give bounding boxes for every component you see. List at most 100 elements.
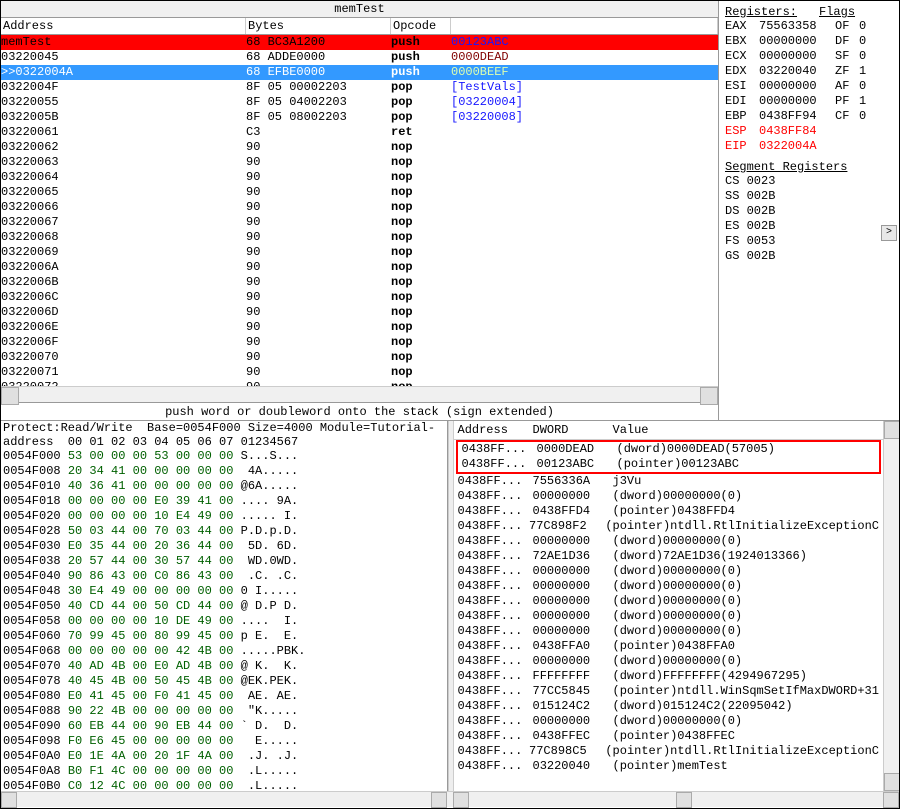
col-header-opcode[interactable]: Opcode [391,18,451,34]
hex-row[interactable]: 0054F0B0 C0 12 4C 00 00 00 00 00 .L..... [1,779,447,791]
disasm-row[interactable]: 0322006590nop [1,185,718,200]
stack-row[interactable]: 0438FF...00000000(dword)00000000(0) [454,714,884,729]
hex-row[interactable]: 0054F040 90 86 43 00 C0 86 43 00 .C. .C. [1,569,447,584]
stack-row[interactable]: 0438FF...77C898C5(pointer)ntdll.RtlIniti… [454,744,884,759]
hex-row[interactable]: 0054F010 40 36 41 00 00 00 00 00 @6A....… [1,479,447,494]
stack-row[interactable]: 0438FF...0438FFD4(pointer)0438FFD4 [454,504,884,519]
register-row[interactable]: ESI00000000AF0 [725,79,893,94]
hex-row[interactable]: 0054F048 30 E4 49 00 00 00 00 00 0 I....… [1,584,447,599]
disasm-row[interactable]: 0322006390nop [1,155,718,170]
hex-row[interactable]: 0054F028 50 03 44 00 70 03 44 00 P.D.p.D… [1,524,447,539]
disasm-row[interactable]: 0322006890nop [1,230,718,245]
stack-body[interactable]: 0438FF...7556336Aj3Vu0438FF...00000000(d… [454,474,884,774]
hex-row[interactable]: 0054F000 53 00 00 00 53 00 00 00 S...S..… [1,449,447,464]
col-header-address[interactable]: Address [1,18,246,34]
disasm-row[interactable]: 0322006F90nop [1,335,718,350]
stack-row[interactable]: 0438FF...00000000(dword)00000000(0) [454,534,884,549]
stack-row[interactable]: 0438FF...0438FFEC(pointer)0438FFEC [454,729,884,744]
stack-row[interactable]: 0438FF...7556336Aj3Vu [454,474,884,489]
register-row[interactable]: EDI00000000PF1 [725,94,893,109]
register-row[interactable]: EBP0438FF94CF0 [725,109,893,124]
disasm-row[interactable]: 032200558F 05 04002203pop[03220004] [1,95,718,110]
stack-row[interactable]: 0438FF...0438FFA0(pointer)0438FFA0 [454,639,884,654]
segment-row[interactable]: GS 002B [725,249,893,264]
disasm-row[interactable]: 0322006A90nop [1,260,718,275]
segment-row[interactable]: ES 002B [725,219,893,234]
stack-col-dword[interactable]: DWORD [533,423,613,437]
disasm-row[interactable]: 0322006290nop [1,140,718,155]
disasm-row[interactable]: >>0322004A68 EFBE0000push0000BEEF [1,65,718,80]
disasm-row[interactable]: memTest68 BC3A1200push00123ABC [1,35,718,50]
col-header-bytes[interactable]: Bytes [246,18,391,34]
registers-scroll-right[interactable]: > [881,225,897,241]
hex-row[interactable]: 0054F070 40 AD 4B 00 E0 AD 4B 00 @ K. K. [1,659,447,674]
stack-row[interactable]: 0438FF...00000000(dword)00000000(0) [454,594,884,609]
stack-col-value[interactable]: Value [613,423,880,437]
disasm-row[interactable]: 03220061C3ret [1,125,718,140]
stack-row[interactable]: 0438FF...00000000(dword)00000000(0) [454,579,884,594]
hex-row[interactable]: 0054F068 00 00 00 00 00 42 4B 00 .....PB… [1,644,447,659]
stack-v-scrollbar[interactable] [883,421,899,791]
stack-h-scrollbar[interactable] [453,792,899,807]
stack-row[interactable]: 0438FF...FFFFFFFF(dword)FFFFFFFF(4294967… [454,669,884,684]
hex-row[interactable]: 0054F018 00 00 00 00 E0 39 41 00 .... 9A… [1,494,447,509]
disasm-row[interactable]: 0322004568 ADDE0000push0000DEAD [1,50,718,65]
disasm-row[interactable]: 0322006490nop [1,170,718,185]
disasm-row[interactable]: 0322007090nop [1,350,718,365]
segment-row[interactable]: SS 002B [725,189,893,204]
segment-row[interactable]: CS 0023 [725,174,893,189]
stack-dword: FFFFFFFF [533,669,613,684]
hex-row[interactable]: 0054F0A0 E0 1E 4A 00 20 1F 4A 00 .J. .J. [1,749,447,764]
disasm-row[interactable]: 0322006B90nop [1,275,718,290]
hex-ascii: @ D.P D. [241,599,299,613]
disasm-row[interactable]: 0322007190nop [1,365,718,380]
hex-addr: 0054F078 [3,674,68,688]
hex-row[interactable]: 0054F090 60 EB 44 00 90 EB 44 00 ` D. D. [1,719,447,734]
register-row[interactable]: ECX00000000SF0 [725,49,893,64]
register-row[interactable]: EAX75563358OF0 [725,19,893,34]
register-row[interactable]: EDX03220040ZF1 [725,64,893,79]
hex-row[interactable]: 0054F030 E0 35 44 00 20 36 44 00 5D. 6D. [1,539,447,554]
hex-row[interactable]: 0054F038 20 57 44 00 30 57 44 00 WD.0WD. [1,554,447,569]
hex-row[interactable]: 0054F080 E0 41 45 00 F0 41 45 00 AE. AE. [1,689,447,704]
disasm-row[interactable]: 0322006D90nop [1,305,718,320]
disasm-row[interactable]: 0322006790nop [1,215,718,230]
hex-row[interactable]: 0054F050 40 CD 44 00 50 CD 44 00 @ D.P D… [1,599,447,614]
stack-row[interactable]: 0438FF...72AE1D36(dword)72AE1D36(1924013… [454,549,884,564]
stack-row-highlighted[interactable]: 0438FF...0000DEAD(dword)0000DEAD(57005) [458,442,880,457]
disasm-row[interactable]: 0322006690nop [1,200,718,215]
disasm-row[interactable]: 0322004F8F 05 00002203pop[TestVals] [1,80,718,95]
register-row[interactable]: EBX00000000DF0 [725,34,893,49]
hex-row[interactable]: 0054F088 90 22 4B 00 00 00 00 00 "K..... [1,704,447,719]
stack-row[interactable]: 0438FF...00000000(dword)00000000(0) [454,654,884,669]
disasm-body[interactable]: memTest68 BC3A1200push00123ABC0322004568… [1,35,718,386]
stack-row[interactable]: 0438FF...00000000(dword)00000000(0) [454,489,884,504]
stack-col-address[interactable]: Address [458,423,533,437]
disasm-h-scrollbar[interactable] [1,386,718,402]
disasm-row[interactable]: 0322005B8F 05 08002203pop[03220008] [1,110,718,125]
register-row[interactable]: EIP0322004A [725,139,893,154]
hex-row[interactable]: 0054F078 40 45 4B 00 50 45 4B 00 @EK.PEK… [1,674,447,689]
hex-row[interactable]: 0054F020 00 00 00 00 10 E4 49 00 ..... I… [1,509,447,524]
hex-row[interactable]: 0054F0A8 B0 F1 4C 00 00 00 00 00 .L..... [1,764,447,779]
stack-row[interactable]: 0438FF...00000000(dword)00000000(0) [454,609,884,624]
disasm-row[interactable]: 0322006C90nop [1,290,718,305]
disasm-row[interactable]: 0322006990nop [1,245,718,260]
stack-row[interactable]: 0438FF...77C898F2(pointer)ntdll.RtlIniti… [454,519,884,534]
stack-row[interactable]: 0438FF...03220040(pointer)memTest [454,759,884,774]
hex-row[interactable]: 0054F060 70 99 45 00 80 99 45 00 p E. E. [1,629,447,644]
hex-row[interactable]: 0054F098 F0 E6 45 00 00 00 00 00 E..... [1,734,447,749]
disasm-row[interactable]: 0322006E90nop [1,320,718,335]
stack-row[interactable]: 0438FF...015124C2(dword)015124C2(2209504… [454,699,884,714]
stack-row-highlighted[interactable]: 0438FF...00123ABC(pointer)00123ABC [458,457,880,472]
hex-body[interactable]: 0054F000 53 00 00 00 53 00 00 00 S...S..… [1,449,447,791]
register-row[interactable]: ESP0438FF84 [725,124,893,139]
stack-row[interactable]: 0438FF...00000000(dword)00000000(0) [454,624,884,639]
stack-row[interactable]: 0438FF...77CC5845(pointer)ntdll.WinSqmSe… [454,684,884,699]
hex-h-scrollbar[interactable] [1,792,447,807]
segment-row[interactable]: FS 0053 [725,234,893,249]
hex-row[interactable]: 0054F008 20 34 41 00 00 00 00 00 4A..... [1,464,447,479]
stack-row[interactable]: 0438FF...00000000(dword)00000000(0) [454,564,884,579]
segment-row[interactable]: DS 002B [725,204,893,219]
hex-row[interactable]: 0054F058 00 00 00 00 10 DE 49 00 .... I. [1,614,447,629]
